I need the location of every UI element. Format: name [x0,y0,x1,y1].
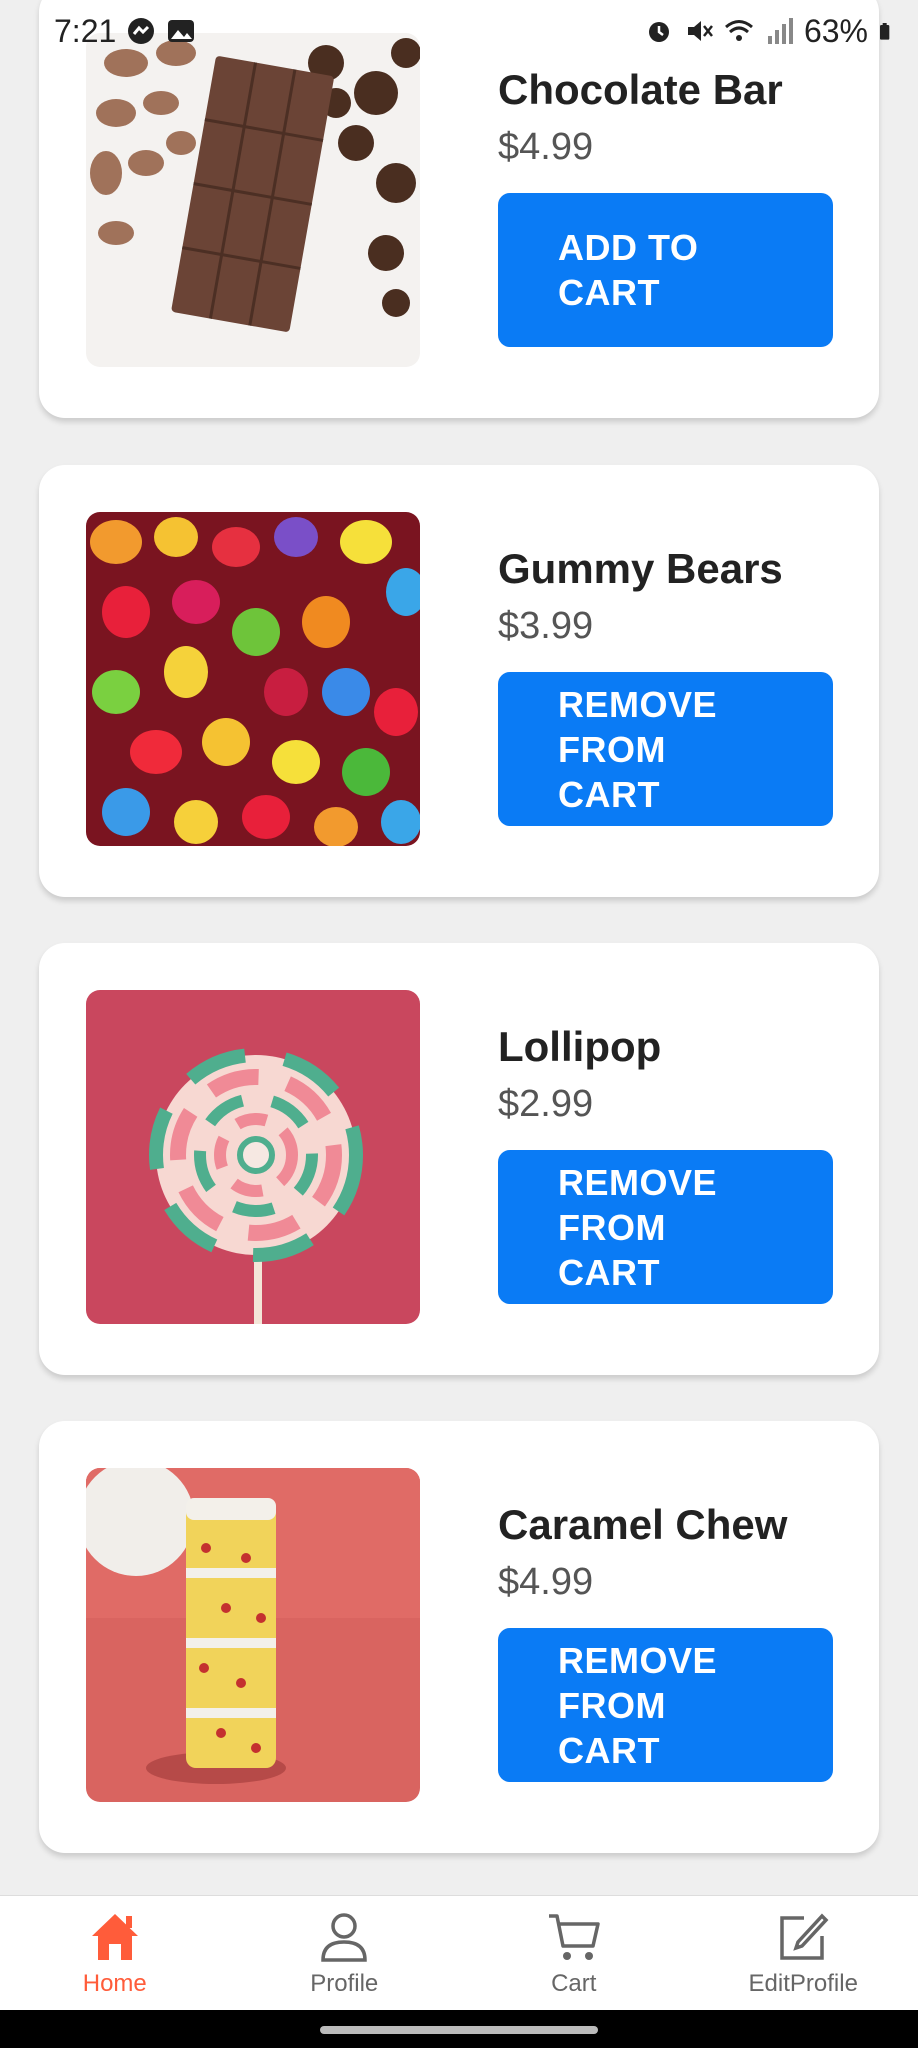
gesture-bar [0,2010,918,2048]
chocolate-bar-image [86,33,420,367]
bottom-nav: Home Profile Cart EditProfile [0,1895,918,2010]
product-name: Gummy Bears [498,545,783,592]
wifi-icon [724,20,753,41]
product-card: Gummy Bears $3.99 REMOVE FROM CART [39,465,879,897]
product-name: Caramel Chew [498,1501,788,1548]
battery-percent: 63% [803,12,868,49]
lollipop-image [86,990,420,1324]
product-card: Lollipop $2.99 REMOVE FROM CART [39,943,879,1375]
alarm-icon [648,22,669,42]
edit-icon [780,1913,829,1960]
battery-icon [880,23,890,40]
product-card: Chocolate Bar $4.99 ADD TO CART [39,0,879,418]
product-card: Caramel Chew $4.99 REMOVE FROM CART [39,1421,879,1853]
remove-from-cart-button[interactable]: REMOVE FROM CART [498,1628,833,1782]
status-left: 7:21 [54,13,196,50]
nav-cart[interactable]: Cart [459,1896,689,2010]
product-price: $4.99 [498,126,594,168]
home-icon [91,1914,138,1960]
signal-icon [767,18,793,44]
product-price: $3.99 [498,605,594,647]
remove-from-cart-button[interactable]: REMOVE FROM CART [498,1150,833,1304]
nav-home[interactable]: Home [0,1896,230,2010]
mute-icon [687,21,713,41]
nav-cart-label: Cart [551,1970,597,1997]
messenger-icon [128,18,155,44]
status-right: 63% [644,13,898,50]
gummy-bears-image [86,512,420,846]
caramel-chew-image [86,1468,420,1802]
product-name: Chocolate Bar [498,66,783,113]
nav-edit-profile[interactable]: EditProfile [689,1896,918,2010]
nav-edit-profile-label: EditProfile [748,1970,858,1997]
gallery-icon [168,20,195,42]
remove-from-cart-button[interactable]: REMOVE FROM CART [498,672,833,826]
product-price: $2.99 [498,1083,594,1125]
nav-profile-label: Profile [310,1970,379,1997]
product-price: $4.99 [498,1561,594,1603]
person-icon [321,1913,368,1962]
cart-icon [548,1914,600,1960]
nav-profile[interactable]: Profile [230,1896,460,2010]
add-to-cart-button[interactable]: ADD TO CART [498,193,833,347]
home-gesture-handle[interactable] [320,2026,598,2034]
nav-home-label: Home [82,1970,147,1997]
product-name: Lollipop [498,1023,662,1070]
status-bar: 7:21 63% [0,0,918,62]
status-time: 7:21 [54,12,117,49]
